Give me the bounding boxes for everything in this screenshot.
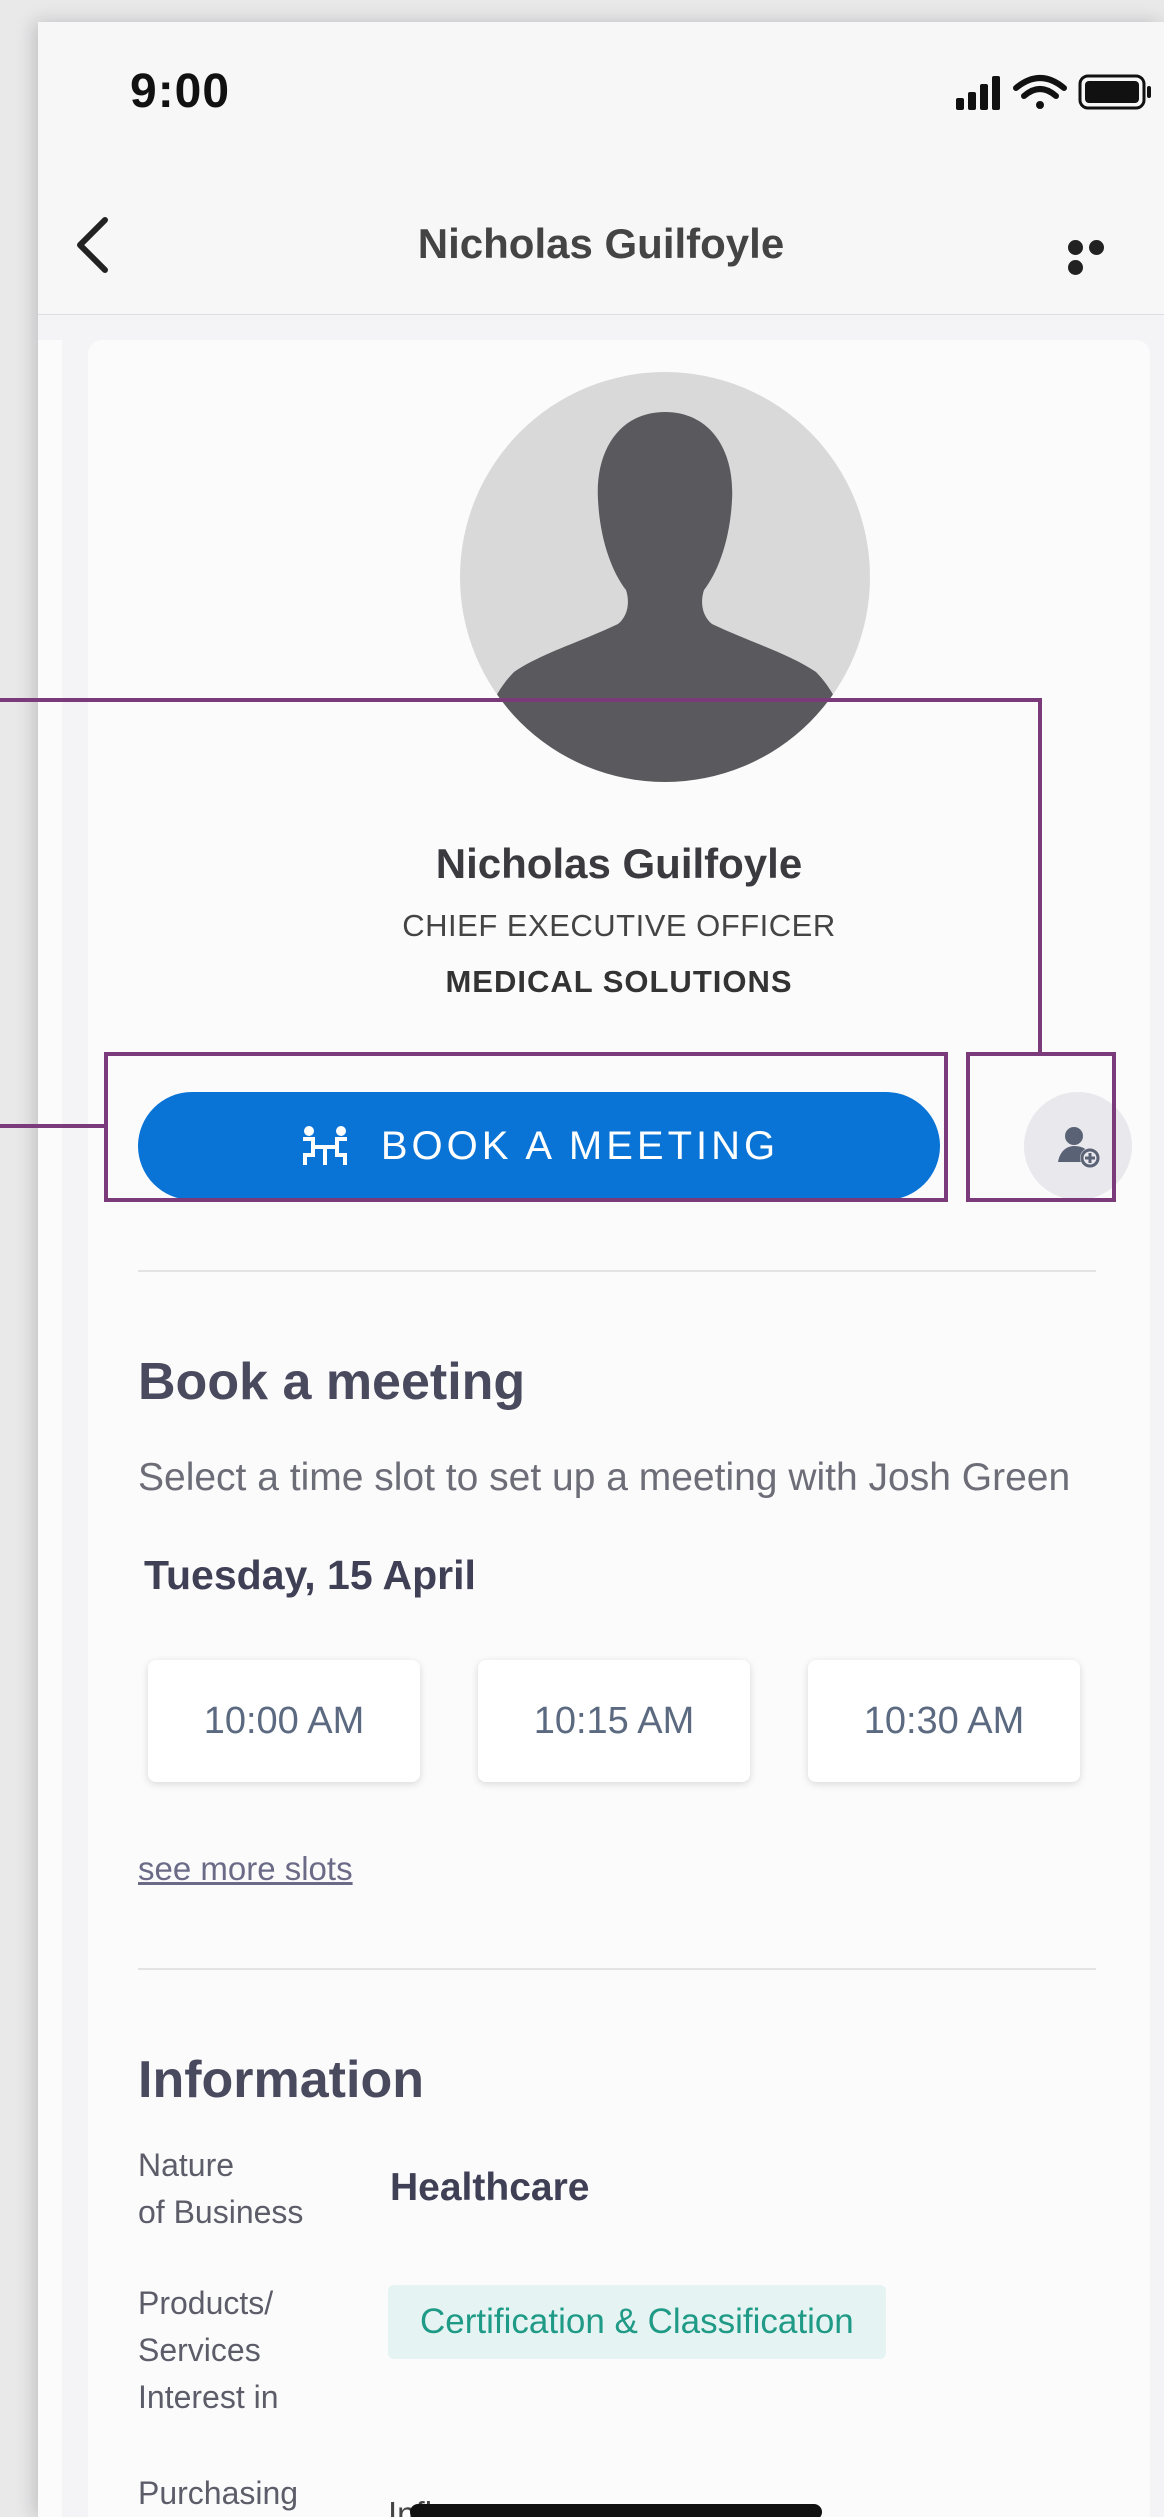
- add-contact-icon: [1058, 1127, 1100, 1168]
- person-silhouette-icon: [480, 412, 850, 782]
- time-slot[interactable]: 10:30 AM: [808, 1660, 1080, 1782]
- profile-company: MEDICAL SOLUTIONS: [445, 964, 793, 999]
- time-slot[interactable]: 10:15 AM: [478, 1660, 750, 1782]
- navigation-bar: Nicholas Guilfoyle: [38, 182, 1164, 315]
- nature-of-business-label: Nature of Business: [138, 2147, 304, 2230]
- products-services-label: Products/ Services Interest in: [138, 2285, 279, 2415]
- book-meeting-title: Book a meeting: [138, 1353, 526, 1411]
- book-meeting-button[interactable]: BOOK A MEETING: [138, 1092, 940, 1200]
- status-time: 9:00: [130, 65, 231, 118]
- meeting-date: Tuesday, 15 April: [144, 1552, 476, 1598]
- purchasing-responsibility-label: Purchasing Responsibility: [138, 2475, 299, 2511]
- products-services-tag: Certification & Classification: [388, 2285, 886, 2359]
- phone-screen: 9:00 Nicholas Guilfoyle Nicholas Guilfoy…: [38, 22, 1164, 2517]
- home-indicator: [410, 2504, 822, 2517]
- book-meeting-subtitle: Select a time slot to set up a meeting w…: [138, 1456, 1071, 1499]
- nature-of-business-value: Healthcare: [390, 2166, 590, 2209]
- add-contact-button[interactable]: [1024, 1092, 1132, 1200]
- status-icons: [956, 74, 1151, 110]
- information-title: Information: [138, 2051, 424, 2109]
- book-meeting-label: BOOK A MEETING: [380, 1123, 780, 1168]
- signal-icon: [956, 76, 1000, 110]
- meeting-icon: [302, 1126, 347, 1165]
- previous-card-edge: [38, 340, 62, 2517]
- divider: [138, 1270, 1096, 1272]
- status-bar: 9:00: [38, 22, 1164, 182]
- nav-title: Nicholas Guilfoyle: [417, 220, 785, 267]
- avatar: [460, 372, 870, 782]
- see-more-slots-link[interactable]: see more slots: [138, 1850, 353, 1888]
- battery-icon: [1078, 74, 1151, 110]
- profile-role: CHIEF EXECUTIVE OFFICER: [402, 908, 836, 943]
- time-slot[interactable]: 10:00 AM: [148, 1660, 420, 1782]
- divider: [138, 1968, 1096, 1970]
- profile-name: Nicholas Guilfoyle: [435, 840, 803, 887]
- wifi-icon: [1013, 75, 1067, 109]
- profile-card: Nicholas Guilfoyle CHIEF EXECUTIVE OFFIC…: [88, 340, 1150, 2517]
- more-options-icon[interactable]: [1068, 240, 1130, 275]
